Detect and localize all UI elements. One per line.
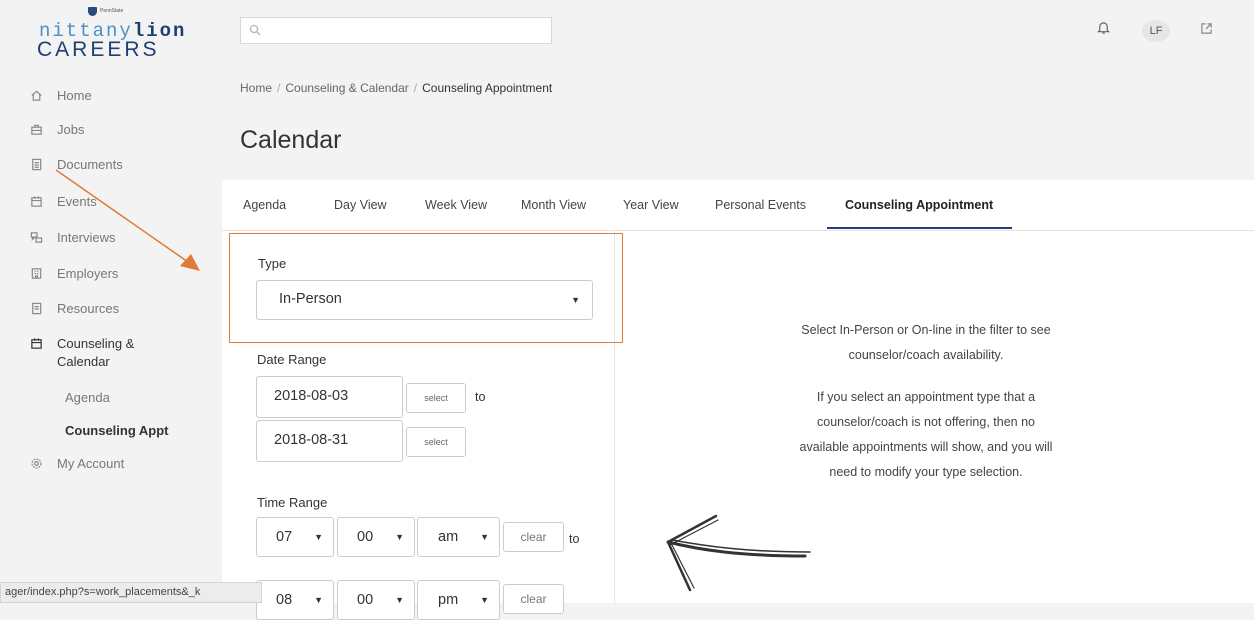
end-ampm-value: pm	[438, 592, 459, 608]
breadcrumb-current: Counseling Appointment	[422, 81, 553, 95]
nav-label: My Account	[57, 456, 125, 471]
tab-agenda[interactable]: Agenda	[243, 198, 286, 212]
penn-state-shield-icon	[88, 7, 97, 16]
caret-down-icon: ▼	[480, 595, 489, 605]
nav-label-line2: Calendar	[57, 354, 110, 369]
select-start-date-button[interactable]: select	[406, 383, 466, 413]
info-line: counselor/coach is not offering, then no	[817, 415, 1035, 429]
logo[interactable]: PennState nittanylion CAREERS	[37, 6, 187, 66]
page-title: Calendar	[240, 126, 342, 154]
external-link-icon[interactable]	[1200, 22, 1213, 38]
tab-bar: Agenda Day View Week View Month View Yea…	[222, 180, 1254, 231]
subnav-counseling-appt[interactable]: Counseling Appt	[65, 423, 169, 438]
nav-home[interactable]: Home	[30, 88, 92, 103]
type-select-value: In-Person	[279, 291, 342, 307]
nav-events[interactable]: Events	[30, 194, 97, 209]
nav-label-line1: Counseling &	[57, 336, 135, 351]
status-bar-url: ager/index.php?s=work_placements&_k	[0, 582, 262, 603]
calendar-icon	[30, 195, 50, 208]
tab-month-view[interactable]: Month View	[521, 198, 586, 212]
resources-icon	[30, 302, 50, 315]
breadcrumb-home[interactable]: Home	[240, 81, 272, 95]
subnav-agenda[interactable]: Agenda	[65, 390, 110, 405]
start-date-input[interactable]: 2018-08-03	[256, 376, 403, 418]
nav-resources[interactable]: Resources	[30, 301, 119, 316]
nav-label: Counseling & Calendar	[57, 335, 134, 371]
nav-my-account[interactable]: My Account	[30, 456, 124, 471]
nav-label: Documents	[57, 157, 123, 172]
nav-label: Events	[57, 194, 97, 209]
start-minute-value: 00	[357, 529, 374, 545]
tab-week-view[interactable]: Week View	[425, 198, 487, 212]
caret-down-icon: ▼	[314, 595, 323, 605]
document-icon	[30, 158, 50, 171]
caret-down-icon: ▼	[571, 295, 580, 305]
caret-down-icon: ▼	[314, 532, 323, 542]
end-hour-value: 08	[276, 592, 293, 608]
search-icon	[249, 24, 261, 36]
calendar-icon	[30, 337, 50, 350]
gear-icon	[30, 457, 50, 470]
start-minute-select[interactable]: 00 ▼	[337, 517, 415, 557]
home-icon	[30, 89, 50, 102]
end-date-input[interactable]: 2018-08-31	[256, 420, 403, 462]
panel-divider	[614, 230, 615, 603]
caret-down-icon: ▼	[480, 532, 489, 542]
info-line: Select In-Person or On-line in the filte…	[801, 323, 1051, 337]
to-label: to	[569, 532, 580, 546]
start-hour-select[interactable]: 07 ▼	[256, 517, 334, 557]
breadcrumb: Home / Counseling & Calendar / Counseling Ap…	[240, 81, 552, 95]
nav-label: Home	[57, 88, 92, 103]
nav-documents[interactable]: Documents	[30, 157, 123, 172]
active-tab-indicator	[827, 227, 1012, 229]
to-label: to	[475, 390, 486, 404]
type-label: Type	[258, 256, 287, 271]
nav-label: Employers	[57, 266, 119, 281]
interviews-icon	[30, 231, 50, 244]
nav-label: Resources	[57, 301, 120, 316]
clear-end-time-button[interactable]: clear	[503, 584, 564, 614]
start-ampm-select[interactable]: am ▼	[417, 517, 500, 557]
caret-down-icon: ▼	[395, 532, 404, 542]
building-icon	[30, 267, 50, 280]
start-hour-value: 07	[276, 529, 293, 545]
bell-icon[interactable]	[1096, 20, 1111, 38]
select-end-date-button[interactable]: select	[406, 427, 466, 457]
caret-down-icon: ▼	[395, 595, 404, 605]
logo-tiny-text: PennState	[100, 8, 124, 14]
availability-info: Select In-Person or On-line in the filte…	[740, 318, 1112, 485]
type-select[interactable]: In-Person ▼	[256, 280, 593, 320]
start-ampm-value: am	[438, 529, 459, 545]
tab-counseling-appointment[interactable]: Counseling Appointment	[845, 198, 993, 212]
info-line: need to modify your type selection.	[829, 465, 1023, 479]
end-minute-select[interactable]: 00 ▼	[337, 580, 415, 620]
breadcrumb-separator: /	[413, 81, 418, 95]
time-range-label: Time Range	[257, 495, 328, 510]
info-spacer	[740, 368, 1112, 385]
end-hour-select[interactable]: 08 ▼	[256, 580, 334, 620]
breadcrumb-counseling-calendar[interactable]: Counseling & Calendar	[285, 81, 408, 95]
briefcase-icon	[30, 123, 50, 136]
nav-counseling-calendar[interactable]: Counseling & Calendar	[30, 335, 134, 371]
clear-start-time-button[interactable]: clear	[503, 522, 564, 552]
info-line: counselor/coach availability.	[848, 348, 1004, 362]
logo-line2: CAREERS	[37, 38, 160, 61]
info-line: If you select an appointment type that a	[816, 390, 1036, 404]
tab-personal-events[interactable]: Personal Events	[715, 198, 806, 212]
info-line: available appointments will show, and yo…	[799, 440, 1053, 454]
tab-year-view[interactable]: Year View	[623, 198, 679, 212]
nav-label: Jobs	[57, 122, 85, 137]
nav-interviews[interactable]: Interviews	[30, 230, 116, 245]
end-minute-value: 00	[357, 592, 374, 608]
end-ampm-select[interactable]: pm ▼	[417, 580, 500, 620]
search-input[interactable]	[240, 17, 552, 44]
avatar[interactable]: LF	[1142, 20, 1170, 42]
date-range-label: Date Range	[257, 352, 327, 367]
nav-jobs[interactable]: Jobs	[30, 122, 84, 137]
nav-label: Interviews	[57, 230, 116, 245]
sidebar: PennState nittanylion CAREERS Home Jobs …	[0, 0, 222, 603]
tab-day-view[interactable]: Day View	[334, 198, 387, 212]
nav-employers[interactable]: Employers	[30, 266, 118, 281]
breadcrumb-separator: /	[277, 81, 281, 95]
